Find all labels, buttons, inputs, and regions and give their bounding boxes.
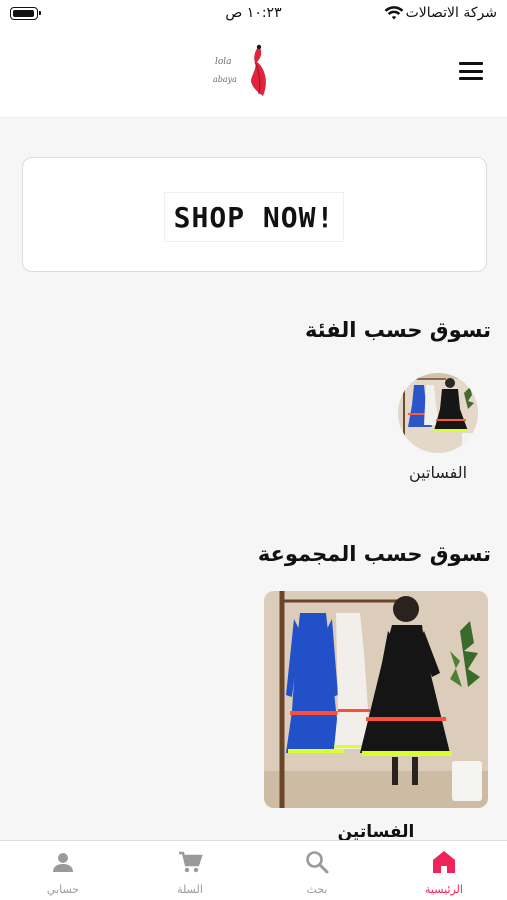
tab-search[interactable]: بحث [254,841,380,900]
collections-section-title: تسوق حسب المجموعة [257,542,491,566]
svg-text:abaya: abaya [213,75,237,84]
collection-dresses-photo [264,591,488,808]
brand-logo[interactable]: lola abaya [211,42,279,98]
home-icon [433,851,455,873]
tab-account[interactable]: حسابي [0,841,126,900]
carrier-name: شركة الاتصالات [405,5,497,21]
promo-banner[interactable]: SHOP NOW! [22,157,487,272]
collection-label[interactable]: الفساتين [264,822,488,842]
tab-home-label: الرئيسية [425,883,463,896]
wifi-icon [384,6,404,20]
categories-section-title: تسوق حسب الفئة [304,318,491,342]
collection-card-dresses[interactable] [264,591,488,808]
tab-cart[interactable]: السلة [127,841,253,900]
bottom-tab-bar: حسابي السلة بحث الرئيسية [0,840,507,900]
person-icon [53,853,73,872]
dresses-photo [398,373,478,453]
cart-icon [179,851,203,873]
category-label[interactable]: الفساتين [390,463,486,482]
tab-home[interactable]: الرئيسية [381,841,507,900]
tab-cart-label: السلة [177,883,203,896]
category-dresses-image[interactable] [398,373,478,453]
svg-text:lola: lola [215,57,232,67]
status-bar: ١٠:٢٣ ص شركة الاتصالات [0,0,507,30]
app-header: lola abaya [0,30,507,118]
search-icon [306,851,329,874]
shop-now-button[interactable]: SHOP NOW! [164,192,344,242]
hamburger-menu-icon[interactable] [459,62,483,80]
tab-account-label: حسابي [46,883,80,896]
tab-search-label: بحث [306,883,328,896]
